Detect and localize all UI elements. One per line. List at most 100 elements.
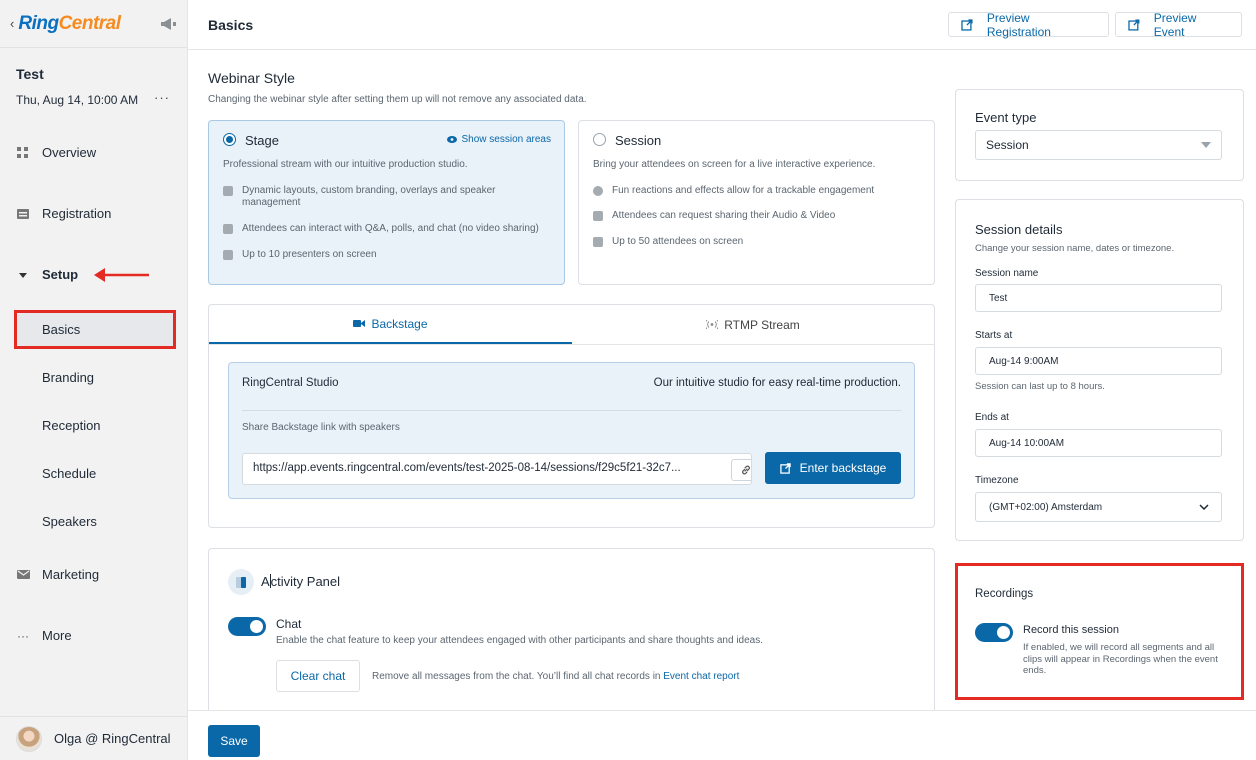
- megaphone-icon: [223, 224, 233, 234]
- back-chevron-icon[interactable]: ‹: [10, 16, 14, 31]
- session-details-subtitle: Change your session name, dates or timez…: [975, 243, 1175, 254]
- user-profile[interactable]: Olga @ RingCentral: [0, 716, 188, 760]
- session-feature: Up to 50 attendees on screen: [593, 236, 913, 248]
- studio-panel: RingCentral Studio Our intuitive studio …: [228, 362, 915, 499]
- studio-name: RingCentral Studio: [242, 377, 339, 389]
- nav-more-label: More: [42, 628, 72, 643]
- backstage-link-field[interactable]: https://app.events.ringcentral.com/event…: [242, 453, 752, 485]
- sidebar: ‹ RingCentral Test Thu, Aug 14, 10:00 AM…: [0, 0, 188, 760]
- nav-setup-label: Setup: [42, 267, 79, 282]
- avatar: [16, 725, 42, 752]
- stage-feature: Up to 10 presenters on screen: [223, 249, 533, 261]
- tab-rtmp-stream[interactable]: RTMP Stream: [572, 305, 934, 344]
- page-header: Basics Preview Registration Preview Even…: [188, 0, 1256, 50]
- stage-radio[interactable]: [223, 133, 236, 146]
- nav-setup[interactable]: Setup: [16, 267, 78, 282]
- preview-event-button[interactable]: Preview Event: [1115, 11, 1242, 39]
- nav-branding[interactable]: Branding: [42, 370, 94, 385]
- reaction-icon: [593, 186, 603, 196]
- nav-speakers[interactable]: Speakers: [42, 514, 97, 529]
- external-link-icon: [779, 462, 791, 474]
- timezone-label: Timezone: [975, 475, 1019, 486]
- activity-panel-icon: [228, 569, 254, 595]
- save-button[interactable]: Save: [208, 725, 260, 757]
- event-date: Thu, Aug 14, 10:00 AM: [16, 93, 139, 107]
- share-link-label: Share Backstage link with speakers: [242, 422, 400, 433]
- activity-panel-title: Activity Panel: [261, 574, 341, 589]
- event-title: Test: [16, 66, 44, 82]
- recordings-card: Recordings Record this session If enable…: [955, 563, 1244, 700]
- event-more-icon[interactable]: ···: [154, 90, 170, 105]
- record-session-toggle[interactable]: [975, 623, 1013, 642]
- nav-overview[interactable]: Overview: [16, 145, 96, 160]
- basics-highlight-box: [14, 310, 176, 349]
- session-name-label: Session name: [975, 268, 1039, 279]
- nav-schedule[interactable]: Schedule: [42, 466, 96, 481]
- copy-link-button[interactable]: [731, 459, 751, 481]
- session-radio[interactable]: [593, 133, 606, 146]
- enter-backstage-button[interactable]: Enter backstage: [765, 452, 901, 484]
- stage-title: Stage: [245, 133, 279, 148]
- nav-reception[interactable]: Reception: [42, 418, 101, 433]
- caret-down-icon: [16, 268, 30, 282]
- ends-at-input[interactable]: Aug-14 10:00AM: [975, 429, 1222, 457]
- event-type-card: Event type Session: [955, 89, 1244, 181]
- user-name: Olga @ RingCentral: [54, 731, 171, 746]
- video-icon: [223, 186, 233, 196]
- webinar-style-subtitle: Changing the webinar style after setting…: [208, 94, 587, 105]
- main-content: Webinar Style Changing the webinar style…: [188, 51, 1256, 718]
- session-details-title: Session details: [975, 222, 1063, 237]
- dots-icon: ···: [17, 628, 29, 643]
- starts-at-label: Starts at: [975, 330, 1013, 341]
- chat-toggle[interactable]: [228, 617, 266, 636]
- red-arrow-annotation: [94, 268, 149, 282]
- session-title: Session: [615, 133, 662, 148]
- people-icon: [593, 237, 603, 247]
- starts-at-input[interactable]: Aug-14 9:00AM: [975, 347, 1222, 375]
- registration-icon: [16, 207, 30, 221]
- tabs-divider: [209, 344, 934, 345]
- event-chat-report-link[interactable]: Event chat report: [663, 671, 739, 682]
- event-type-title: Event type: [975, 110, 1037, 125]
- clear-chat-button[interactable]: Clear chat: [276, 660, 360, 692]
- nav-registration[interactable]: Registration: [16, 206, 111, 221]
- external-link-icon: [1128, 18, 1140, 31]
- preview-registration-button[interactable]: Preview Registration: [948, 11, 1109, 39]
- stage-option-card[interactable]: Stage Show session areas Professional st…: [208, 120, 565, 285]
- stage-description: Professional stream with our intuitive p…: [223, 159, 468, 170]
- record-session-label: Record this session: [1023, 624, 1119, 636]
- studio-divider: [242, 410, 901, 411]
- page-title: Basics: [208, 17, 254, 33]
- timezone-select[interactable]: (GMT+02:00) Amsterdam: [975, 492, 1222, 522]
- backstage-link-text: https://app.events.ringcentral.com/event…: [253, 462, 681, 474]
- eye-icon: [446, 136, 457, 143]
- tab-backstage[interactable]: Backstage: [209, 305, 572, 344]
- nav-marketing-label: Marketing: [42, 567, 100, 582]
- starts-at-hint: Session can last up to 8 hours.: [975, 381, 1105, 392]
- nav-marketing[interactable]: Marketing: [16, 567, 99, 582]
- event-type-select[interactable]: Session: [975, 130, 1222, 160]
- people-icon: [223, 250, 233, 260]
- video-icon: [593, 211, 603, 221]
- chevron-down-icon: [1199, 504, 1209, 510]
- broadcast-icon: [706, 320, 719, 329]
- session-name-input[interactable]: Test: [975, 284, 1222, 312]
- grid-icon: [16, 146, 30, 160]
- dropdown-arrow-icon: [1201, 142, 1211, 148]
- activity-panel-card: Activity Panel Chat Enable the chat feat…: [208, 548, 935, 718]
- session-feature: Fun reactions and effects allow for a tr…: [593, 185, 913, 197]
- mail-icon: [16, 568, 30, 582]
- recordings-title: Recordings: [975, 588, 1034, 600]
- logo-row: ‹ RingCentral: [0, 0, 187, 48]
- footer-bar: Save: [188, 710, 1256, 760]
- nav-basics[interactable]: Basics: [42, 322, 80, 337]
- chat-description: Enable the chat feature to keep your att…: [276, 635, 764, 646]
- nav-more[interactable]: ··· More: [16, 628, 72, 643]
- session-option-card[interactable]: Session Bring your attendees on screen f…: [578, 120, 935, 285]
- session-description: Bring your attendees on screen for a liv…: [593, 159, 876, 170]
- ends-at-label: Ends at: [975, 412, 1009, 423]
- show-session-areas-link[interactable]: Show session areas: [446, 134, 551, 145]
- megaphone-icon[interactable]: [159, 17, 177, 31]
- stage-feature: Dynamic layouts, custom branding, overla…: [223, 185, 533, 209]
- chat-label: Chat: [276, 617, 302, 631]
